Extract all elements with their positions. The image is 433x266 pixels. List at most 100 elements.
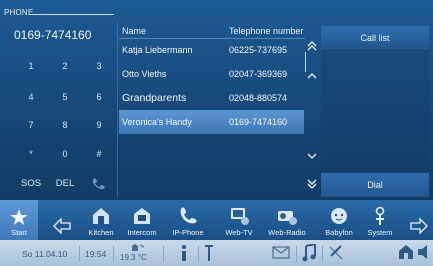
contact-tel: 02047-369369 (229, 69, 288, 79)
key-6[interactable]: 6 (82, 85, 116, 109)
arrow-right-icon (410, 217, 428, 235)
dock-babyfon[interactable]: Babyfon (318, 200, 360, 240)
chevron-down-icon (307, 153, 317, 159)
status-divider (322, 246, 323, 262)
double-chevron-up-icon (307, 41, 317, 51)
envelope-icon (272, 246, 290, 259)
delete-button[interactable]: DEL (48, 171, 82, 195)
dock-forward[interactable] (406, 200, 432, 240)
number-display: 0169-7474160 (14, 28, 92, 42)
house-icon (399, 245, 413, 259)
music-button[interactable] (302, 242, 318, 262)
dock-system-label: System (367, 228, 393, 237)
dock-system[interactable]: System (362, 200, 398, 240)
phone-hangup-icon (92, 178, 105, 189)
contact-row-selected[interactable]: Veronica's Handy 0169-7474160 (119, 110, 304, 134)
intercom-icon (134, 208, 150, 224)
sos-button[interactable]: SOS (14, 171, 48, 195)
contact-name: Katja Liebermann (122, 45, 193, 55)
dock-webradio-label: Web-Radio (268, 228, 306, 237)
status-divider (79, 246, 80, 262)
app-dock: Start Kitchen Intercom IP-Phone Web-TV W… (0, 200, 433, 240)
contact-list: Name Telephone number Katja Liebermann 0… (119, 24, 317, 200)
scroll-up-button[interactable] (305, 68, 319, 84)
dock-ipphone[interactable]: IP-Phone (168, 200, 208, 240)
webtv-icon (231, 208, 249, 225)
key-8[interactable]: 8 (48, 113, 82, 137)
double-chevron-down-icon (307, 179, 317, 189)
hangup-button[interactable] (82, 171, 116, 195)
music-note-icon (302, 242, 316, 262)
call-list-button[interactable]: Call list (321, 26, 429, 50)
key-4[interactable]: 4 (14, 85, 48, 109)
arrow-left-icon (53, 217, 71, 235)
speaker-icon (418, 245, 427, 259)
key-1[interactable]: 1 (14, 54, 48, 78)
key-hash[interactable]: # (82, 142, 116, 166)
home-status-button[interactable] (398, 244, 416, 262)
key-5[interactable]: 5 (48, 85, 82, 109)
contact-tel: 0169-7474160 (229, 117, 288, 127)
system-icon (375, 206, 385, 225)
dock-start[interactable]: Start (0, 200, 38, 240)
scroll-bottom-button[interactable] (305, 176, 319, 192)
key-9[interactable]: 9 (82, 113, 116, 137)
thermostat-icon (132, 244, 145, 251)
column-header-name: Name (122, 26, 147, 36)
status-divider (296, 246, 297, 262)
dock-start-label: Start (11, 228, 27, 237)
dock-kitchen-label: Kitchen (88, 228, 114, 237)
dock-kitchen[interactable]: Kitchen (84, 200, 118, 240)
dial-button[interactable]: Dial (321, 173, 429, 197)
contact-tel: 06225-737695 (229, 45, 288, 55)
scroll-down-button[interactable] (305, 148, 319, 164)
webradio-icon (278, 211, 297, 225)
status-divider (163, 246, 164, 262)
contact-tel: 02048-880574 (229, 93, 288, 103)
dock-babyfon-label: Babyfon (325, 228, 353, 237)
dock-intercom[interactable]: Intercom (122, 200, 162, 240)
dock-webradio[interactable]: Web-Radio (264, 200, 310, 240)
dock-webtv[interactable]: Web-TV (218, 200, 260, 240)
key-2[interactable]: 2 (48, 54, 82, 78)
info-icon (182, 245, 186, 261)
chevron-up-icon (307, 73, 317, 79)
contact-row[interactable]: Grandparents 02048-880574 (119, 86, 304, 110)
key-3[interactable]: 3 (82, 54, 116, 78)
contact-name: Grandparents (122, 92, 187, 104)
message-button[interactable] (272, 246, 292, 260)
window-title: PHONE (4, 8, 34, 17)
door-lock-icon (205, 245, 213, 261)
status-time: 19:54 (85, 249, 107, 259)
baby-icon (331, 208, 347, 224)
panel-divider (117, 22, 118, 198)
contact-name: Veronica's Handy (122, 117, 192, 127)
contact-name: Otto Vieths (122, 69, 167, 79)
info-button[interactable] (179, 244, 191, 262)
key-7[interactable]: 7 (14, 113, 48, 137)
key-0[interactable]: 0 (48, 142, 82, 166)
status-divider (113, 246, 114, 262)
dock-webtv-label: Web-TV (225, 228, 253, 237)
column-header-telephone: Telephone number (229, 26, 304, 36)
status-date: So 11.04.10 (22, 249, 68, 259)
scroll-top-button[interactable] (305, 38, 319, 54)
phone-handset-icon (180, 207, 197, 224)
light-button[interactable] (328, 244, 344, 262)
dock-intercom-label: Intercom (127, 228, 157, 237)
contact-row[interactable]: Katja Liebermann 06225-737695 (119, 38, 304, 62)
star-icon (10, 209, 28, 225)
door-lock-button[interactable] (205, 244, 215, 262)
dock-back[interactable] (46, 200, 78, 240)
light-off-icon (329, 245, 343, 260)
contact-row[interactable]: Otto Vieths 02047-369369 (119, 62, 304, 86)
kitchen-icon (93, 208, 109, 224)
dock-ipphone-label: IP-Phone (172, 228, 204, 237)
key-star[interactable]: * (14, 142, 48, 166)
status-divider (198, 246, 199, 262)
title-underline (30, 14, 114, 15)
keypad-panel: 0169-7474160 1 2 3 4 5 6 7 8 9 * 0 # SOS… (8, 24, 118, 198)
volume-button[interactable] (418, 245, 430, 261)
status-temperature: 19.3 °C (120, 253, 147, 262)
side-panel (321, 49, 429, 169)
